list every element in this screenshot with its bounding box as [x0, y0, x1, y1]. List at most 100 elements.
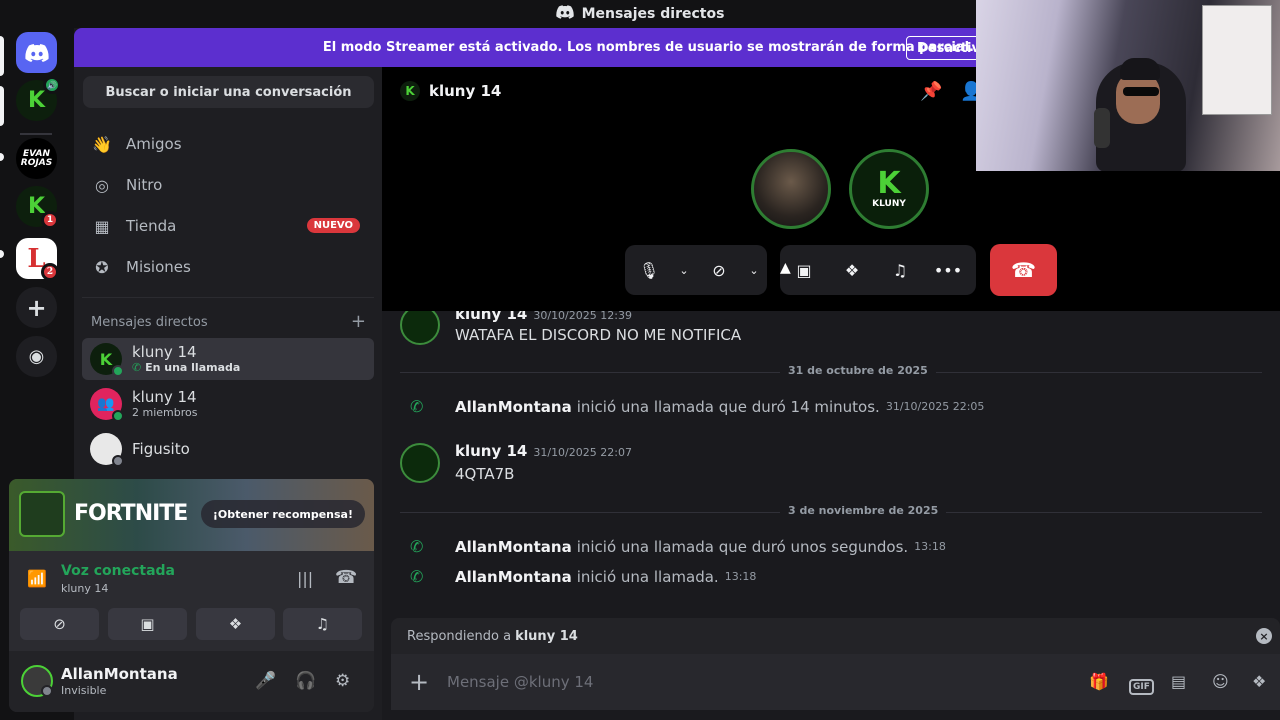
nav-friends[interactable]: 👋 Amigos	[82, 125, 374, 163]
disconnect-icon[interactable]: ☎	[335, 567, 357, 588]
message-composer: + 🎁 GIF ▤ ☺ ❖	[391, 654, 1280, 710]
voice-status: 📶 Voz conectada kluny 14 ||| ☎	[9, 551, 374, 606]
activities-button[interactable]: ❖	[828, 245, 876, 295]
speaker-icon: 🔊	[43, 76, 61, 94]
unread-indicator	[0, 250, 4, 258]
avatar: K	[90, 343, 124, 377]
dm-name: kluny 14	[132, 388, 197, 406]
gif-button[interactable]: GIF	[1129, 674, 1154, 695]
rail-divider	[20, 133, 52, 135]
system-user[interactable]: AllanMontana	[455, 398, 572, 416]
streamer-cap	[1120, 58, 1160, 80]
sticker-icon[interactable]: ▤	[1171, 672, 1186, 691]
message-list: kluny 14 30/10/2025 12:39 WATAFA EL DISCO…	[382, 311, 1280, 611]
shop-icon: ▦	[94, 216, 110, 236]
dm-name: Figusito	[132, 439, 190, 458]
phone-icon: ✆	[410, 537, 424, 556]
message-author[interactable]: kluny 14 30/10/2025 12:39	[455, 311, 632, 323]
author-name: kluny 14	[455, 442, 528, 460]
system-time: 13:18	[914, 540, 946, 553]
gif-label: GIF	[1129, 679, 1154, 695]
call-header: K kluny 14	[400, 81, 501, 101]
system-time: 31/10/2025 22:05	[885, 400, 985, 413]
soundboard-icon: ♫	[315, 615, 330, 633]
nav-nitro[interactable]: ◎ Nitro	[82, 166, 374, 204]
voice-title[interactable]: Voz conectada	[61, 563, 175, 579]
activities-button[interactable]: ❖	[196, 608, 275, 640]
call-participant-allan[interactable]	[751, 149, 831, 229]
message-input[interactable]	[447, 673, 1067, 691]
dm-avatar-kluny[interactable]: K 🔊	[16, 76, 61, 121]
pin-icon[interactable]: 📌	[920, 81, 942, 102]
call-system-message: ✆ AllanMontana inició una llamada que du…	[410, 397, 984, 416]
online-status	[112, 410, 124, 422]
server-l[interactable]: L 2	[16, 238, 59, 281]
system-user[interactable]: AllanMontana	[455, 568, 572, 586]
microphone-icon[interactable]: 🎤	[255, 671, 276, 691]
more-button[interactable]: •••	[924, 245, 972, 295]
cancel-reply-close-icon[interactable]: ×	[1256, 628, 1272, 644]
more-icon: •••	[933, 260, 963, 280]
home-indicator	[0, 36, 4, 76]
phone-icon: ✆	[410, 397, 424, 416]
message-avatar[interactable]	[400, 311, 440, 345]
soundboard-icon: ♫	[892, 260, 908, 280]
avatar	[90, 433, 124, 467]
nav-shop[interactable]: ▦ Tienda NUEVO	[82, 207, 374, 245]
dm-item-figusito[interactable]: Figusito	[82, 428, 374, 470]
reply-bar: Respondiendo a kluny 14 ×	[391, 618, 1280, 654]
camera-options[interactable]: ⌄	[743, 245, 765, 295]
reply-prefix: Respondiendo a	[407, 628, 512, 644]
server-kluny[interactable]: K 1	[16, 186, 59, 229]
message-avatar[interactable]	[400, 443, 440, 483]
settings-gear-icon[interactable]: ⚙	[335, 671, 350, 691]
user-avatar[interactable]	[21, 665, 53, 697]
soundboard-button[interactable]: ♫	[283, 608, 362, 640]
attach-plus-icon[interactable]: +	[391, 668, 447, 696]
system-user[interactable]: AllanMontana	[455, 538, 572, 556]
activities-icon: ❖	[228, 615, 243, 633]
server-evan-rojas[interactable]: EVAN ROJAS	[16, 138, 57, 179]
screen-share-button[interactable]: ▣	[108, 608, 187, 640]
dm-item-kluny[interactable]: K kluny 14 ✆ En una llamada	[82, 338, 374, 380]
emoji-icon[interactable]: ☺	[1212, 672, 1229, 691]
add-server-button[interactable]: +	[16, 287, 57, 328]
voice-channel[interactable]: kluny 14	[61, 582, 108, 595]
home-button[interactable]	[16, 32, 57, 73]
sidebar-divider	[82, 297, 374, 298]
audio-controls: 🎙 ⌄ ⊘ ⌄	[625, 245, 767, 295]
k-logo-icon: K	[877, 166, 901, 201]
call-participant-kluny[interactable]: K KLUNY	[849, 149, 929, 229]
user-name[interactable]: AllanMontana	[61, 665, 178, 683]
message-author[interactable]: kluny 14 31/10/2025 22:07	[455, 442, 632, 460]
headphones-icon[interactable]: 🎧	[295, 671, 316, 691]
soundboard-button[interactable]: ♫	[876, 245, 924, 295]
search-button[interactable]: Buscar o iniciar una conversación	[83, 76, 374, 108]
camera-button[interactable]: ⊘	[695, 245, 743, 295]
mute-button[interactable]: 🎙	[625, 245, 673, 295]
discord-app: Mensajes directos K 🔊 EVAN ROJAS K 1 L 2…	[0, 0, 1280, 720]
active-dm-indicator	[0, 86, 4, 126]
new-badge: NUEVO	[306, 218, 360, 233]
avatar-label: KLUNY	[872, 199, 906, 209]
dm-item-group[interactable]: 👥 kluny 14 2 miembros	[82, 383, 374, 425]
hang-up-button[interactable]: ☎	[990, 244, 1057, 296]
phone-hangup-icon: ☎	[1011, 258, 1036, 282]
gift-icon[interactable]: 🎁	[1089, 672, 1109, 691]
video-off-button[interactable]: ⊘	[20, 608, 99, 640]
claim-reward-button[interactable]: ¡Obtener recompensa!	[200, 500, 365, 528]
message-body: WATAFA EL DISCORD NO ME NOTIFICA	[455, 326, 742, 344]
mention-badge: 2	[41, 263, 59, 281]
date-label: 3 de noviembre de 2025	[780, 504, 947, 517]
create-dm-plus-icon[interactable]: +	[351, 313, 366, 331]
mention-badge: 1	[41, 211, 59, 229]
microphone-icon: 🎙	[638, 260, 660, 280]
nav-quests[interactable]: ✪ Misiones	[82, 248, 374, 286]
apps-icon[interactable]: ❖	[1252, 672, 1266, 691]
nav-label: Tienda	[126, 217, 177, 235]
discord-logo-icon	[555, 5, 574, 23]
discover-button[interactable]: ◉	[16, 336, 57, 377]
date-divider: 3 de noviembre de 2025	[400, 504, 1262, 517]
noise-suppression-icon[interactable]: |||	[297, 569, 313, 588]
audio-options[interactable]: ⌄	[673, 245, 695, 295]
